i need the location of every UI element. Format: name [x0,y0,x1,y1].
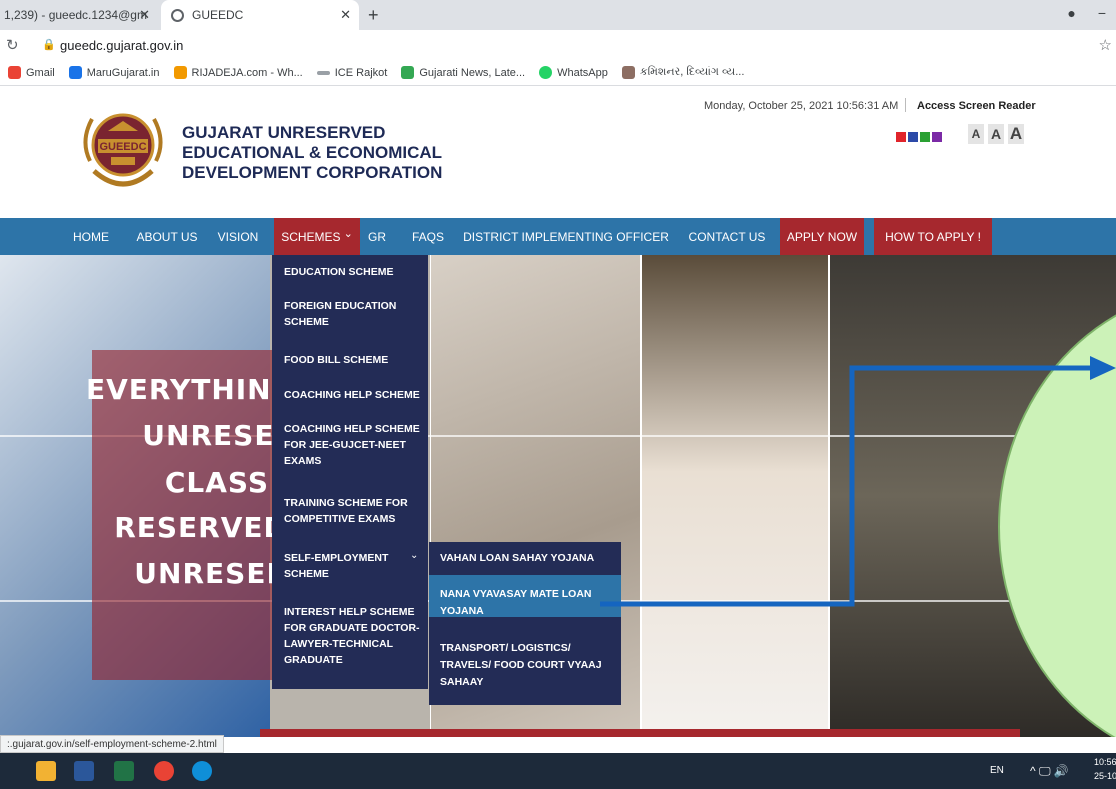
status-bar-url: :.gujarat.gov.in/self-employment-scheme-… [0,735,224,753]
excel-icon[interactable] [114,761,134,781]
edge-icon[interactable] [192,761,212,781]
system-tray-icons[interactable]: ^ 🖵 🔊 [1030,764,1069,779]
file-explorer-icon[interactable] [36,761,56,781]
clock-date[interactable]: 25-10 [1094,771,1116,781]
word-icon[interactable] [74,761,94,781]
windows-taskbar: EN ^ 🖵 🔊 10:56 25-10 [0,753,1116,789]
annotation-arrow [600,356,1116,607]
clock-time[interactable]: 10:56 [1094,757,1116,767]
language-indicator[interactable]: EN [990,765,1004,776]
chrome-icon[interactable] [154,761,174,781]
